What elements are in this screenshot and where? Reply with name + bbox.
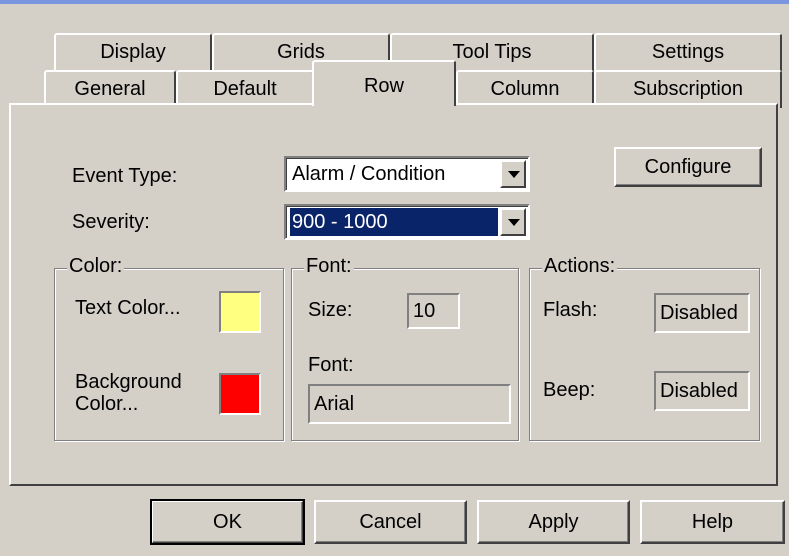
tab-settings-label: Settings: [651, 41, 725, 63]
severity-dropdown-button[interactable]: [500, 208, 526, 236]
actions-group: Actions: Flash: Disabled Beep: Disabled: [529, 255, 760, 441]
tab-row[interactable]: Row: [312, 60, 456, 106]
event-type-dropdown[interactable]: Alarm / Condition: [284, 156, 530, 192]
apply-button[interactable]: Apply: [477, 500, 630, 544]
severity-label: Severity:: [72, 211, 150, 233]
severity-value: 900 - 1000: [290, 208, 498, 236]
tab-tool-tips-label: Tool Tips: [452, 41, 532, 63]
beep-label: Beep:: [543, 379, 596, 401]
tab-display-label: Display: [100, 41, 166, 63]
background-color-swatch[interactable]: [219, 373, 261, 415]
text-color-swatch[interactable]: [219, 291, 261, 333]
actions-group-title: Actions:: [542, 255, 618, 278]
chevron-down-icon: [508, 219, 520, 226]
chevron-down-icon: [508, 171, 520, 178]
tab-display[interactable]: Display: [54, 33, 212, 71]
tab-row-label: Row: [363, 75, 404, 97]
event-type-dropdown-button[interactable]: [500, 160, 526, 188]
font-name-label: Font:: [308, 354, 354, 376]
help-button[interactable]: Help: [640, 500, 785, 544]
tab-subscription-label: Subscription: [632, 78, 744, 100]
tab-default-label: Default: [213, 78, 277, 100]
severity-dropdown[interactable]: 900 - 1000: [284, 204, 530, 240]
flash-label: Flash:: [543, 299, 598, 321]
color-group: Color: Text Color... Background Color...: [54, 255, 284, 441]
tab-general-label: General: [74, 78, 146, 100]
tab-column-label: Column: [490, 78, 560, 100]
ok-button[interactable]: OK: [150, 499, 305, 545]
event-type-label: Event Type:: [72, 165, 178, 187]
event-type-value: Alarm / Condition: [292, 163, 446, 185]
text-color-label: Text Color...: [75, 297, 181, 319]
configure-button[interactable]: Configure: [614, 147, 762, 187]
background-color-label-line1: Background: [75, 371, 182, 393]
color-group-title: Color:: [67, 255, 125, 278]
cancel-button[interactable]: Cancel: [314, 500, 467, 544]
background-color-label-line2: Color...: [75, 393, 139, 415]
font-size-label: Size:: [308, 299, 353, 321]
flash-field[interactable]: Disabled: [654, 293, 750, 333]
font-group: Font: Size: 10 Font: Arial: [291, 255, 519, 441]
tab-settings[interactable]: Settings: [594, 33, 782, 71]
beep-field[interactable]: Disabled: [654, 371, 750, 411]
window-top-border: [0, 0, 789, 4]
font-group-title: Font:: [304, 255, 354, 278]
row-settings-panel: Event Type: Alarm / Condition Severity: …: [9, 103, 778, 486]
font-name-field[interactable]: Arial: [308, 384, 511, 424]
font-size-field[interactable]: 10: [407, 293, 460, 329]
